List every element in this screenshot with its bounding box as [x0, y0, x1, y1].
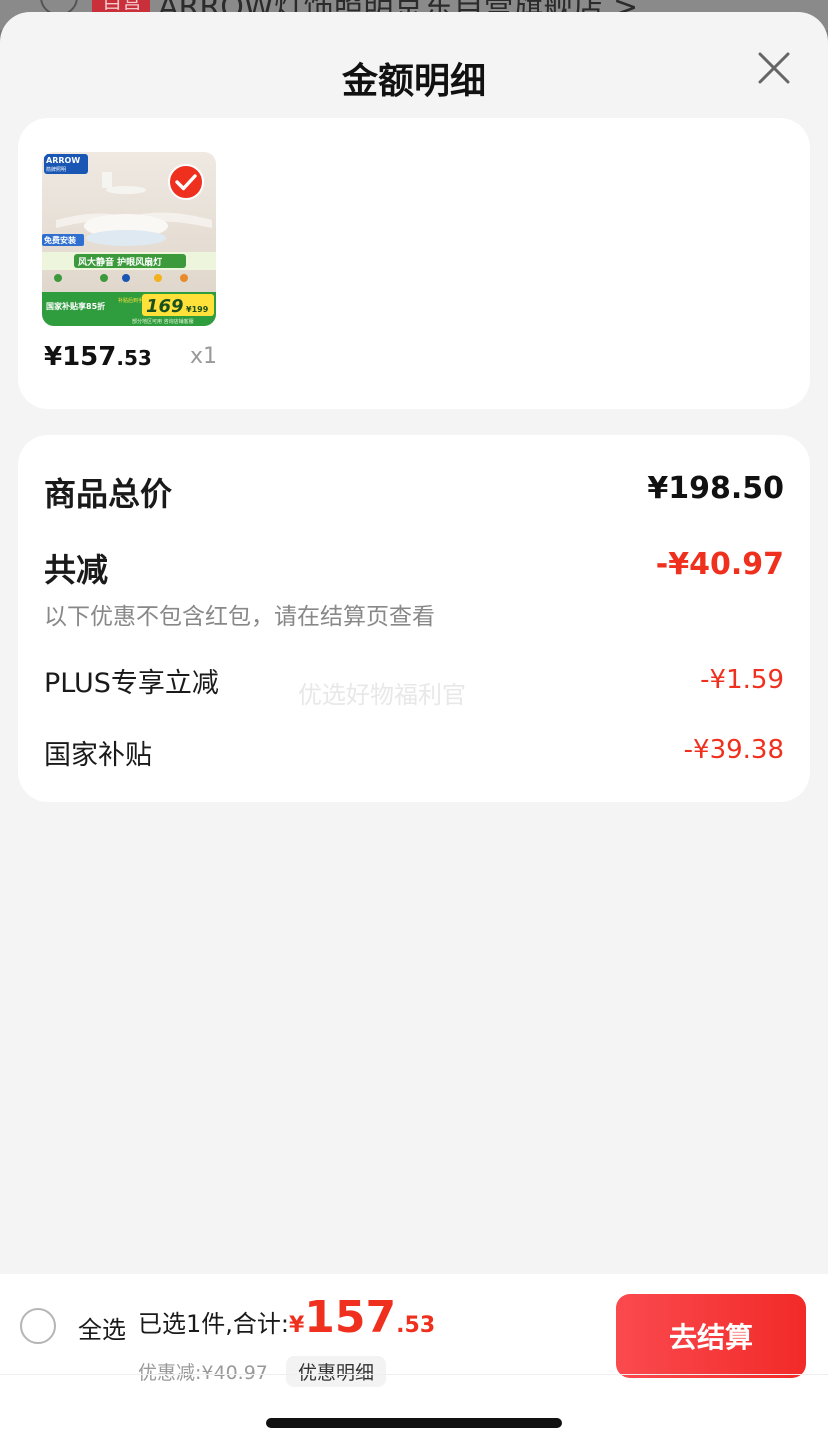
price-detail-card: 商品总价 ¥198.50 共减 -¥40.97 以下优惠不包含红包，请在结算页查… — [18, 435, 810, 802]
svg-text:169: 169 — [146, 296, 184, 317]
gov-subsidy-value: -¥39.38 — [683, 735, 784, 765]
svg-text:补贴后到手价: 补贴后到手价 — [118, 297, 148, 304]
reduce-label: 共减 — [44, 551, 109, 589]
discount-summary: 优惠减:¥40.97 — [138, 1362, 268, 1384]
total-label: 商品总价 — [44, 475, 173, 513]
amount-detail-sheet: 金额明细 ARROW 箭牌照明 免费安装 风大静音 护眼风扇灯 国家补贴享85折… — [0, 12, 828, 1448]
product-price: ¥157.53 — [44, 342, 152, 372]
plus-discount-label: PLUS专享立减 — [44, 668, 219, 699]
reduce-value: -¥40.97 — [655, 547, 784, 582]
plus-discount-value: -¥1.59 — [700, 665, 784, 695]
svg-text:部分地区可用 咨询店铺客服: 部分地区可用 咨询店铺客服 — [132, 318, 194, 325]
product-card: ARROW 箭牌照明 免费安装 风大静音 护眼风扇灯 国家补贴享85折 补贴后到… — [18, 118, 810, 409]
svg-text:风大静音 护眼风扇灯: 风大静音 护眼风扇灯 — [78, 256, 162, 268]
svg-text:箭牌照明: 箭牌照明 — [46, 166, 66, 173]
sheet-title: 金额明细 — [341, 61, 486, 102]
svg-text:免费安装: 免费安装 — [44, 235, 76, 245]
svg-text:ARROW: ARROW — [46, 156, 80, 165]
svg-text:国家补贴享85折: 国家补贴享85折 — [46, 301, 105, 311]
divider — [0, 1374, 828, 1375]
home-indicator[interactable] — [266, 1418, 562, 1428]
select-all-label[interactable]: 全选 — [78, 1310, 126, 1345]
close-icon — [758, 52, 790, 84]
watermark: 优选好物福利官 — [298, 681, 466, 709]
total-value: ¥198.50 — [647, 471, 784, 506]
select-all-checkbox[interactable] — [20, 1308, 56, 1344]
selected-check-icon[interactable] — [168, 164, 204, 200]
summary-amount-int: 157 — [304, 1292, 397, 1343]
summary-yen: ¥ — [288, 1313, 305, 1338]
product-price-dec: .53 — [116, 346, 152, 370]
summary-amount-dec: .53 — [396, 1313, 436, 1338]
product-quantity: x1 — [190, 344, 218, 369]
reduce-note: 以下优惠不包含红包，请在结算页查看 — [44, 604, 435, 630]
svg-text:¥199: ¥199 — [186, 305, 209, 314]
checkout-button[interactable]: 去结算 — [616, 1294, 806, 1378]
summary-text: 已选1件,合计: — [138, 1310, 289, 1338]
discount-detail-button[interactable]: 优惠明细 — [286, 1356, 387, 1387]
total-summary: 已选1件,合计:¥157.53 — [138, 1292, 435, 1343]
product-price-int: ¥157 — [44, 342, 117, 372]
close-button[interactable] — [752, 46, 796, 90]
gov-subsidy-label: 国家补贴 — [44, 740, 152, 771]
